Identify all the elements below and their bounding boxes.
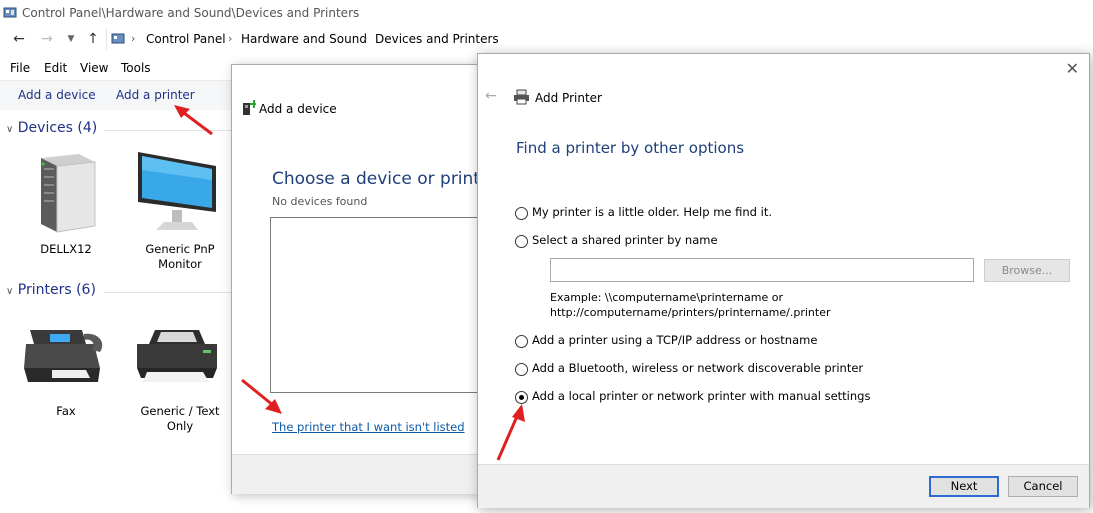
add-device-command[interactable]: Add a device xyxy=(18,88,96,102)
cancel-button[interactable]: Cancel xyxy=(1008,476,1078,497)
dialog-footer: Next Cancel xyxy=(478,464,1089,508)
dialog-footer xyxy=(232,454,480,494)
annotation-arrow-icon xyxy=(241,378,282,414)
next-button[interactable]: Next xyxy=(929,476,999,497)
dialog-title: Add a device xyxy=(259,102,337,116)
dialog-heading: Find a printer by other options xyxy=(516,139,745,157)
browse-label: Browse... xyxy=(1001,264,1053,277)
printers-group-header[interactable]: ∨ Printers (6) xyxy=(6,282,96,298)
option-label: Add a printer using a TCP/IP address or … xyxy=(532,333,818,347)
close-icon[interactable]: ✕ xyxy=(1066,59,1079,78)
printer-icon xyxy=(514,89,529,105)
printer-label-fax: Fax xyxy=(56,404,76,418)
radio-button[interactable] xyxy=(515,335,528,348)
address-bar[interactable]: › Control Panel › Hardware and Sound › D… xyxy=(106,28,1093,50)
monitor-icon[interactable] xyxy=(136,150,220,236)
add-device-dialog: Add a device Choose a device or printer … xyxy=(231,64,497,494)
menu-tools[interactable]: Tools xyxy=(121,61,151,75)
up-arrow-icon[interactable]: ↑ xyxy=(85,31,101,47)
breadcrumb-hardware-and-sound[interactable]: Hardware and Sound xyxy=(241,32,367,46)
radio-button[interactable] xyxy=(515,363,528,376)
option-label: Add a Bluetooth, wireless or network dis… xyxy=(532,361,864,375)
option-label: Add a local printer or network printer w… xyxy=(532,389,871,403)
fax-icon[interactable] xyxy=(22,326,110,386)
title-bar: Control Panel\Hardware and Sound\Devices… xyxy=(0,0,1093,26)
device-label-dellx12: DELLX12 xyxy=(40,242,92,256)
option-label: Select a shared printer by name xyxy=(532,233,718,247)
window-title: Control Panel\Hardware and Sound\Devices… xyxy=(22,6,360,20)
example-text: Example: \\computername\printername or h… xyxy=(550,290,831,320)
annotation-arrow-icon xyxy=(174,105,213,136)
collapse-chevron-icon: ∨ xyxy=(6,124,14,135)
annotation-arrow-icon xyxy=(496,404,525,461)
address-row: ← → ▼ ↑ › Control Panel › Hardware and S… xyxy=(0,27,1093,53)
breadcrumb-separator-icon: › xyxy=(131,32,136,45)
radio-button[interactable] xyxy=(515,235,528,248)
example-line: Example: \\computername\printername or xyxy=(550,291,783,304)
breadcrumb-control-panel[interactable]: Control Panel xyxy=(146,32,226,46)
menu-file[interactable]: File xyxy=(10,61,30,75)
back-arrow-icon[interactable]: ← xyxy=(11,31,27,47)
menu-view[interactable]: View xyxy=(80,61,108,75)
devices-group-header[interactable]: ∨ Devices (4) xyxy=(6,120,97,136)
printer-not-listed-link[interactable]: The printer that I want isn't listed xyxy=(272,420,465,434)
devices-group-label: Devices (4) xyxy=(17,120,98,136)
menu-bar: File Edit View Tools xyxy=(0,59,240,79)
device-list[interactable] xyxy=(270,217,490,393)
breadcrumb-separator-icon: › xyxy=(363,32,368,45)
option-label: My printer is a little older. Help me fi… xyxy=(532,205,772,219)
example-line: http://computername/printers/printername… xyxy=(550,306,831,319)
printer-icon[interactable] xyxy=(133,328,221,384)
control-panel-icon xyxy=(3,7,17,18)
browse-button[interactable]: Browse... xyxy=(984,259,1070,282)
group-divider xyxy=(104,292,231,293)
forward-arrow-icon[interactable]: → xyxy=(39,31,55,47)
breadcrumb-devices-and-printers[interactable]: Devices and Printers xyxy=(375,32,499,46)
dialog-title: Add Printer xyxy=(535,91,602,105)
add-printer-dialog: ✕ ← Add Printer Find a printer by other … xyxy=(477,53,1090,508)
collapse-chevron-icon: ∨ xyxy=(6,286,14,297)
printer-label-generic-text-only: Generic / Text Only xyxy=(140,404,220,433)
radio-button[interactable] xyxy=(515,207,528,220)
shared-printer-name-input[interactable] xyxy=(550,258,974,282)
add-device-icon xyxy=(243,100,256,115)
recent-chevron-icon[interactable]: ▼ xyxy=(63,31,79,47)
menu-edit[interactable]: Edit xyxy=(44,61,67,75)
back-arrow-icon[interactable]: ← xyxy=(485,88,497,104)
printers-group-label: Printers (6) xyxy=(17,282,96,298)
status-text: No devices found xyxy=(272,195,368,208)
device-label-generic-pnp-monitor: Generic PnP Monitor xyxy=(145,242,215,271)
server-tower-icon[interactable] xyxy=(33,152,99,234)
control-panel-icon xyxy=(111,33,125,44)
breadcrumb-separator-icon: › xyxy=(228,32,233,45)
dialog-heading: Choose a device or printer xyxy=(272,169,498,189)
